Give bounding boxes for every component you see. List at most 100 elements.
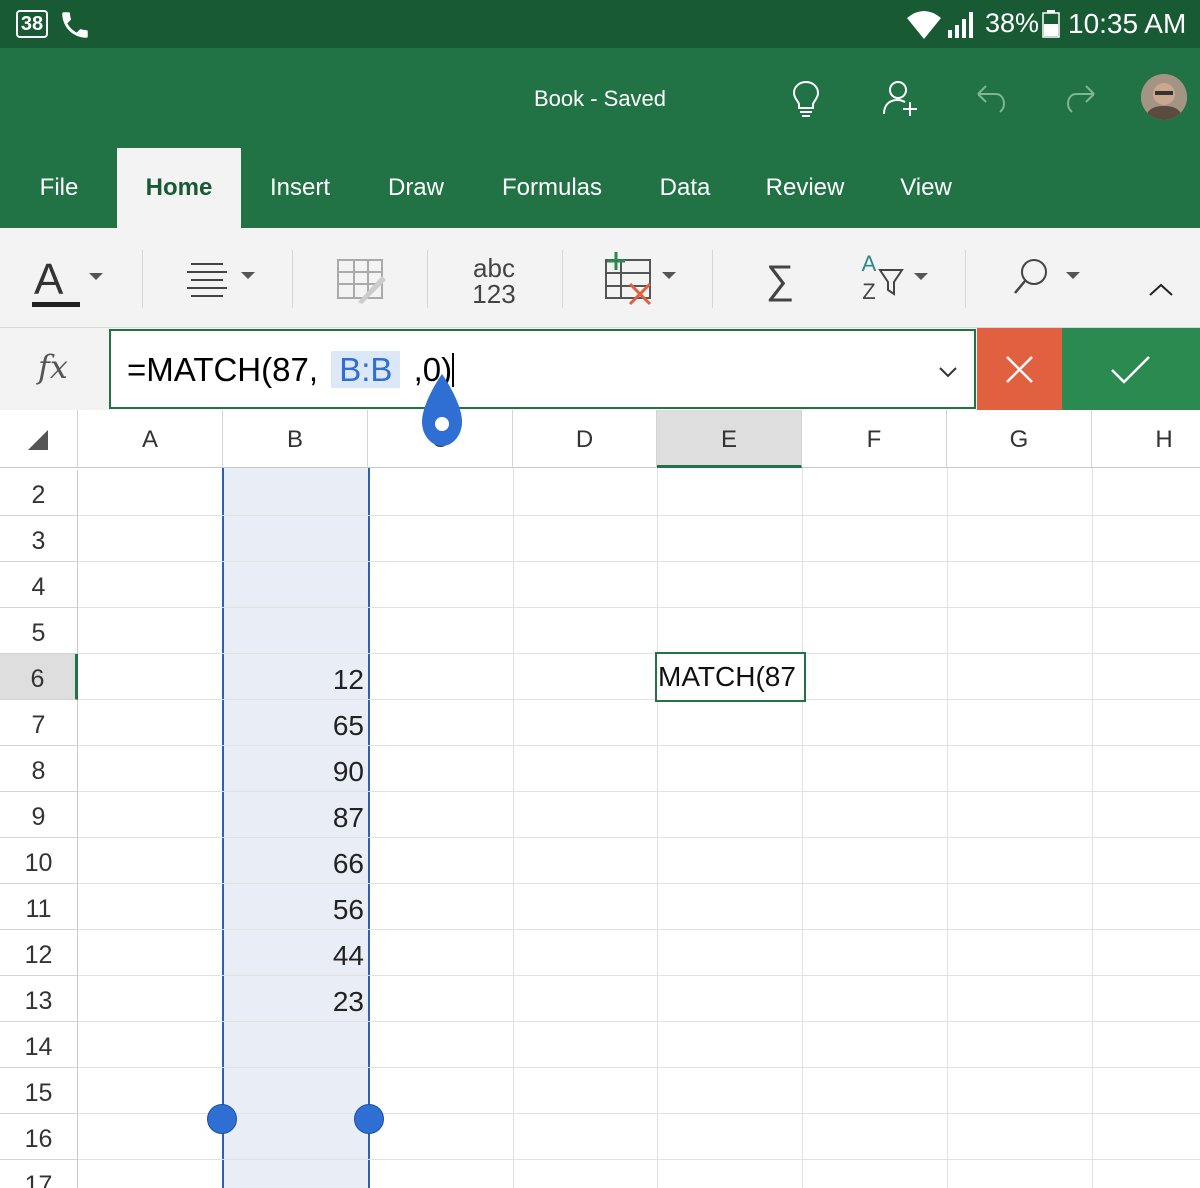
gridline — [513, 468, 514, 1188]
share-person-icon[interactable] — [876, 74, 924, 122]
autosum-button[interactable]: ∑ — [760, 246, 800, 310]
column-header-a[interactable]: A — [78, 410, 223, 468]
cell-b8[interactable]: 90 — [224, 746, 364, 792]
insert-delete-cells-button[interactable] — [602, 246, 682, 310]
status-bar: 38 38% 10:35 AM — [0, 0, 1200, 48]
battery-percent: 38% — [985, 8, 1040, 38]
gridline — [947, 468, 948, 1188]
expand-formula-icon[interactable] — [937, 361, 959, 383]
formula-text[interactable]: =MATCH(87, B:B ,0) — [127, 351, 455, 389]
align-button[interactable] — [185, 246, 265, 310]
notification-badge: 38 — [16, 10, 48, 38]
ribbon-divider — [292, 250, 293, 308]
tab-view[interactable]: View — [888, 148, 964, 228]
formula-prefix: =MATCH(87, — [127, 351, 319, 388]
selection-handle-right[interactable] — [354, 1104, 384, 1134]
find-button[interactable] — [1010, 246, 1084, 310]
row-header-8[interactable]: 8 — [0, 746, 78, 792]
signal-icon — [948, 12, 973, 38]
cell-b11[interactable]: 56 — [224, 884, 364, 930]
ribbon-divider — [965, 250, 966, 308]
lightbulb-icon[interactable] — [782, 74, 830, 122]
align-center-icon — [187, 263, 255, 297]
row-header-3[interactable]: 3 — [0, 516, 78, 562]
gridline — [78, 515, 1200, 516]
gridline — [657, 468, 658, 1188]
cursor-drop-handle[interactable] — [420, 372, 464, 448]
formula-bar: fx =MATCH(87, B:B ,0) — [0, 328, 1200, 410]
tab-home[interactable]: Home — [117, 148, 241, 228]
row-header-2[interactable]: 2 — [0, 470, 78, 516]
row-header-5[interactable]: 5 — [0, 608, 78, 654]
row-header-11[interactable]: 11 — [0, 884, 78, 930]
select-all-corner[interactable] — [0, 410, 78, 468]
font-color-button[interactable]: A — [30, 246, 110, 310]
search-icon — [1014, 259, 1080, 294]
sort-letter-a: A — [861, 251, 877, 276]
gridline — [78, 1113, 1200, 1114]
clock: 10:35 AM — [1068, 8, 1187, 39]
insert-delete-icon — [605, 252, 676, 306]
user-photo-icon — [1141, 74, 1187, 120]
filter-icon — [878, 269, 928, 296]
tab-formulas[interactable]: Formulas — [490, 148, 614, 228]
row-header-17[interactable]: 17 — [0, 1160, 78, 1188]
select-all-icon — [28, 430, 48, 450]
formula-input[interactable]: =MATCH(87, B:B ,0) — [109, 329, 976, 409]
row-header-13[interactable]: 13 — [0, 976, 78, 1022]
gridline — [78, 561, 1200, 562]
cell-b9[interactable]: 87 — [224, 792, 364, 838]
undo-icon[interactable] — [966, 74, 1014, 122]
cell-b13[interactable]: 23 — [224, 976, 364, 1022]
gridline — [78, 1159, 1200, 1160]
chevron-down-icon — [89, 273, 103, 280]
cell-b12[interactable]: 44 — [224, 930, 364, 976]
column-header-d[interactable]: D — [513, 410, 657, 468]
formula-reference[interactable]: B:B — [331, 351, 401, 388]
row-header-16[interactable]: 16 — [0, 1114, 78, 1160]
format-cells-button[interactable] — [336, 246, 388, 310]
column-header-b[interactable]: B — [223, 410, 368, 468]
ribbon-divider — [142, 250, 143, 308]
spreadsheet-grid[interactable]: A B C D E F G H 2 3 4 5 6 7 8 9 10 11 12… — [0, 410, 1200, 1188]
sort-filter-button[interactable]: A Z — [856, 246, 936, 310]
row-header-15[interactable]: 15 — [0, 1068, 78, 1114]
tab-file[interactable]: File — [18, 148, 100, 228]
active-cell-e6[interactable]: MATCH(87 — [655, 652, 806, 702]
gridline — [78, 607, 1200, 608]
avatar[interactable] — [1141, 74, 1187, 120]
row-header-14[interactable]: 14 — [0, 1022, 78, 1068]
tab-data[interactable]: Data — [648, 148, 722, 228]
column-header-h[interactable]: H — [1092, 410, 1200, 468]
font-color-swatch — [32, 302, 80, 307]
row-header-4[interactable]: 4 — [0, 562, 78, 608]
tab-draw[interactable]: Draw — [375, 148, 457, 228]
tab-insert[interactable]: Insert — [255, 148, 345, 228]
table-format-icon — [337, 259, 386, 304]
title-bar: Book - Saved — [0, 48, 1200, 148]
document-title: Book - Saved — [533, 86, 667, 111]
redo-icon[interactable] — [1058, 74, 1106, 122]
cancel-button[interactable] — [977, 328, 1062, 410]
cell-b10[interactable]: 66 — [224, 838, 364, 884]
row-header-9[interactable]: 9 — [0, 792, 78, 838]
row-header-6[interactable]: 6 — [0, 654, 78, 700]
column-header-f[interactable]: F — [802, 410, 947, 468]
gridline — [78, 1067, 1200, 1068]
row-header-7[interactable]: 7 — [0, 700, 78, 746]
cell-b7[interactable]: 65 — [224, 700, 364, 746]
ribbon-toolbar: A abc 123 ∑ A Z — [0, 228, 1200, 328]
selection-handle-left[interactable] — [207, 1104, 237, 1134]
column-header-e[interactable]: E — [657, 410, 802, 468]
tab-review[interactable]: Review — [755, 148, 855, 228]
row-header-12[interactable]: 12 — [0, 930, 78, 976]
sum-icon: ∑ — [765, 258, 795, 302]
cell-b6[interactable]: 12 — [224, 654, 364, 700]
font-color-letter: A — [34, 255, 64, 304]
row-header-10[interactable]: 10 — [0, 838, 78, 884]
column-header-g[interactable]: G — [947, 410, 1092, 468]
number-format-button[interactable]: abc 123 — [462, 246, 526, 310]
collapse-ribbon-icon[interactable] — [1148, 282, 1174, 298]
gridline — [1092, 468, 1093, 1188]
enter-button[interactable] — [1062, 328, 1200, 410]
